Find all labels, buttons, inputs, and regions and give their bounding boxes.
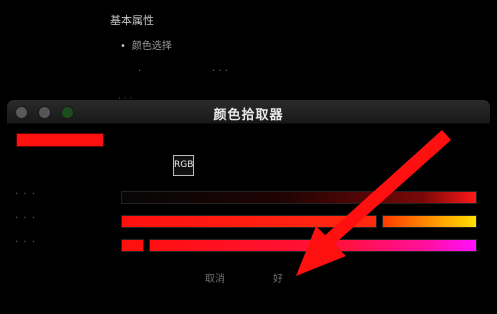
green-channel-label: · · · bbox=[15, 213, 36, 224]
cancel-button[interactable]: 取消 bbox=[201, 272, 229, 288]
color-picker-window: 颜色拾取器 RGB · · · · · · · · · 取消 好 bbox=[7, 100, 490, 310]
blue-channel-slider-track-right[interactable] bbox=[149, 239, 477, 252]
blue-channel-slider-track-left[interactable] bbox=[121, 239, 144, 252]
current-color-swatch[interactable] bbox=[16, 133, 104, 147]
ok-button[interactable]: 好 bbox=[269, 272, 287, 288]
green-channel-slider-track-left[interactable] bbox=[121, 215, 377, 228]
background-document: 基本属性 颜色选择 · · · · · · · bbox=[0, 0, 497, 104]
doc-bullet-item: 颜色选择 bbox=[120, 37, 172, 52]
window-titlebar[interactable]: 颜色拾取器 bbox=[7, 100, 490, 124]
green-channel-slider-track-right[interactable] bbox=[382, 215, 477, 228]
red-channel-label: · · · bbox=[15, 189, 36, 200]
blue-channel-label: · · · bbox=[15, 237, 36, 248]
doc-heading: 基本属性 bbox=[110, 14, 154, 27]
window-title: 颜色拾取器 bbox=[213, 108, 284, 123]
doc-bullet-text: 颜色选择 bbox=[131, 41, 172, 52]
doc-subitem: · · · bbox=[212, 66, 228, 77]
doc-subitem: · bbox=[138, 66, 142, 77]
red-channel-slider[interactable] bbox=[121, 191, 477, 204]
color-mode-rgb-tab[interactable]: RGB bbox=[173, 155, 194, 176]
